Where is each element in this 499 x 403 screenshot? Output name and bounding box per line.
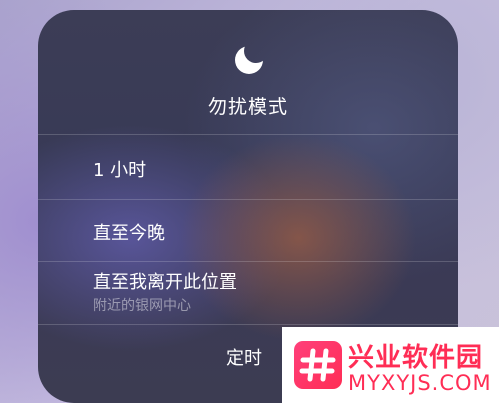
- schedule-button[interactable]: 定时: [226, 344, 262, 370]
- option-until-leave-location[interactable]: 直至我离开此位置 附近的银网中心: [38, 262, 458, 324]
- watermark-domain: MYXYJS.COM: [348, 371, 492, 395]
- option-subtitle: 附近的银网中心: [93, 298, 191, 314]
- watermark: 兴业软件园 MYXYJS.COM: [282, 327, 499, 403]
- moon-icon: [235, 46, 263, 74]
- watermark-title: 兴业软件园: [348, 343, 484, 373]
- option-label: 1 小时: [93, 160, 147, 181]
- hash-icon: [294, 341, 342, 389]
- option-label: 直至我离开此位置: [93, 272, 237, 293]
- panel-title: 勿扰模式: [207, 96, 288, 118]
- option-until-tonight[interactable]: 直至今晚: [38, 200, 458, 260]
- option-1-hour[interactable]: 1 小时: [38, 135, 458, 199]
- divider: [38, 324, 458, 325]
- option-label: 直至今晚: [93, 223, 165, 244]
